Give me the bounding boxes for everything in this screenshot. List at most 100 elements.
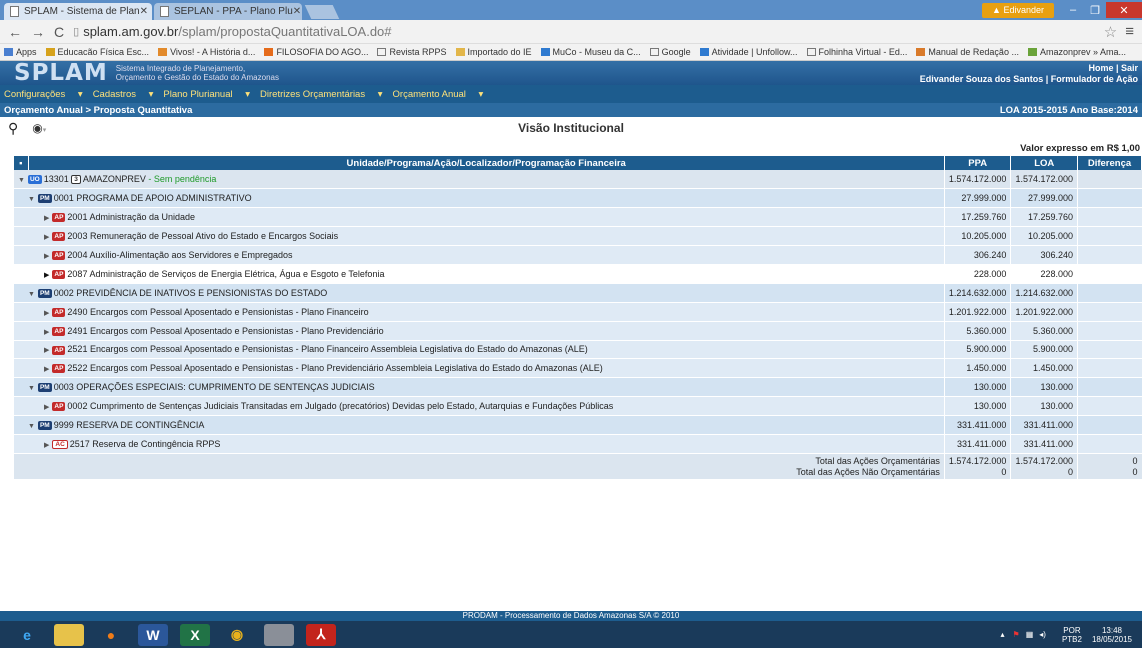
bookmark-item[interactable]: Vivos! - A História d...: [158, 47, 255, 57]
volume-icon[interactable]: ◂): [1039, 630, 1046, 639]
ie-icon[interactable]: e: [12, 624, 42, 646]
ap-badge: AP: [52, 251, 66, 261]
table-row[interactable]: ▼ PM 0003 OPERAÇÕES ESPECIAIS: CUMPRIMENTO…: [14, 377, 1142, 398]
expand-icon[interactable]: ▶: [44, 442, 49, 449]
profile-badge[interactable]: ▲ Edivander: [982, 2, 1054, 18]
splam-logo: SPLAM: [14, 60, 108, 86]
table-row[interactable]: ▶ AP 2491 Encargos com Pessoal Aposentado …: [14, 321, 1142, 341]
expand-icon[interactable]: ▶: [44, 329, 49, 336]
table-row[interactable]: ▼ PM 0001 PROGRAMA DE APOIO ADMINISTRATIVO…: [14, 188, 1142, 209]
pm-badge: PM: [37, 194, 52, 204]
table-row[interactable]: ▶ AP 2521 Encargos com Pessoal Aposentado …: [14, 340, 1142, 360]
col-loa[interactable]: LOA: [1010, 156, 1078, 170]
table-row[interactable]: ▶ AP 2001 Administração da Unidade 17.259.…: [14, 207, 1142, 228]
table-row[interactable]: ▶ AP 0002 Cumprimento de Sentenças Judicia…: [14, 396, 1142, 417]
menu-configuracoes[interactable]: Configurações ▾: [4, 89, 83, 100]
app-banner: SPLAM Sistema Integrado de Planejamento,…: [0, 60, 1142, 86]
table-row[interactable]: ▼ PM 0002 PREVIDÊNCIA DE INATIVOS E PENSIO…: [14, 283, 1142, 303]
address-bar-row: ← → C ▯ splam.am.gov.br/splam/propostaQua…: [0, 20, 1142, 44]
expand-icon[interactable]: ▶: [44, 366, 49, 373]
chrome-icon[interactable]: ◉: [222, 624, 252, 646]
minimize-button[interactable]: –: [1062, 2, 1084, 18]
main-menu: Configurações ▾ Cadastros ▾ Plano Pluria…: [0, 85, 1142, 103]
user-info: Home | Sair Edivander Souza dos Santos |…: [920, 63, 1138, 85]
bookmarks-bar: Apps Educacão Física Esc... Vivos! - A H…: [0, 44, 1142, 61]
col-descricao[interactable]: Unidade/Programa/Ação/Localizador/Progra…: [28, 156, 945, 170]
breadcrumb: Orçamento Anual > Proposta Quantitativa: [4, 104, 193, 116]
table-row[interactable]: ▶ AP 2490 Encargos com Pessoal Aposentado …: [14, 302, 1142, 322]
budget-table: ▪ Unidade/Programa/Ação/Localizador/Prog…: [14, 156, 1142, 480]
close-window-button[interactable]: ✕: [1106, 2, 1142, 18]
expand-icon[interactable]: ▶: [44, 253, 49, 260]
expand-icon[interactable]: ▶: [44, 234, 49, 241]
bookmark-item[interactable]: FILOSOFIA DO AGO...: [264, 47, 368, 57]
explorer-icon[interactable]: [54, 623, 84, 646]
clock[interactable]: 13:48 18/05/2015: [1092, 626, 1132, 644]
excel-icon[interactable]: X: [180, 623, 210, 646]
tray-expand-icon[interactable]: ▴: [1001, 630, 1005, 639]
menu-cadastros[interactable]: Cadastros ▾: [93, 89, 154, 100]
expand-icon[interactable]: ▶: [44, 215, 49, 222]
input-language[interactable]: POR PTB2: [1062, 626, 1082, 644]
table-row[interactable]: ▼ PM 9999 RESERVA DE CONTINGÊNCIA 331.411.…: [14, 415, 1142, 435]
bookmark-item[interactable]: Atividade | Unfollow...: [699, 47, 798, 57]
expand-icon[interactable]: ▶: [44, 404, 49, 411]
word-icon[interactable]: W: [138, 623, 168, 646]
collapse-icon[interactable]: ▼: [18, 177, 25, 184]
table-row[interactable]: ▶ AP 2522 Encargos com Pessoal Aposentado …: [14, 358, 1142, 379]
url-input[interactable]: ▯ splam.am.gov.br/splam/propostaQuantitat…: [73, 23, 1098, 41]
table-row-hover[interactable]: ▶ AP 2087 Administração de Serviços de Ene…: [14, 264, 1142, 284]
browser-tab-seplan[interactable]: SEPLAN - PPA - Plano Plu ✕: [154, 3, 302, 20]
maximize-button[interactable]: ❐: [1084, 2, 1106, 18]
new-tab-button[interactable]: [304, 5, 340, 19]
table-row[interactable]: ▶ AC 2517 Reserva de Contingência RPPS 331…: [14, 434, 1142, 454]
loa-info: LOA 2015-2015 Ano Base:2014: [999, 104, 1138, 116]
bookmark-folder[interactable]: Importado do IE: [455, 47, 532, 57]
select-all-icon[interactable]: ▪: [14, 156, 29, 170]
reload-icon[interactable]: C: [54, 24, 64, 40]
collapse-icon[interactable]: ▼: [28, 423, 35, 430]
col-diferenca[interactable]: Diferença: [1077, 156, 1142, 170]
breadcrumb-bar: Orçamento Anual > Proposta Quantitativa …: [0, 103, 1142, 117]
collapse-icon[interactable]: ▼: [28, 291, 35, 298]
close-tab-icon[interactable]: ✕: [293, 6, 301, 17]
bookmark-item[interactable]: Amazonprev » Ama...: [1027, 47, 1126, 57]
bookmark-apps[interactable]: Apps: [4, 47, 37, 57]
menu-plano-plurianual[interactable]: Plano Plurianual ▾: [163, 89, 250, 100]
expand-icon[interactable]: ▶: [44, 347, 49, 354]
bookmark-item[interactable]: MuCo - Museu da C...: [540, 47, 641, 57]
table-header: ▪ Unidade/Programa/Ação/Localizador/Prog…: [14, 156, 1142, 170]
bookmark-item[interactable]: Folhinha Virtual - Ed...: [806, 47, 907, 57]
pm-badge: PM: [37, 288, 52, 298]
expand-icon[interactable]: ▶: [44, 310, 49, 317]
calculator-icon[interactable]: [264, 623, 294, 646]
forward-icon[interactable]: →: [31, 24, 45, 40]
prodam-footer: PRODAM - Processamento de Dados Amazonas…: [0, 611, 1142, 621]
bookmark-item[interactable]: Manual de Redação ...: [916, 47, 1019, 57]
firefox-icon[interactable]: ●: [96, 624, 126, 646]
browser-tab-splam[interactable]: SPLAM - Sistema de Plan ✕: [4, 3, 152, 20]
flag-icon[interactable]: ⚑: [1013, 630, 1020, 639]
close-tab-icon[interactable]: ✕: [140, 6, 148, 17]
col-ppa[interactable]: PPA: [944, 156, 1012, 170]
collapse-icon[interactable]: ▼: [28, 385, 35, 392]
bookmark-star-icon[interactable]: ☆: [1104, 23, 1117, 41]
acrobat-icon[interactable]: ⅄: [306, 623, 336, 646]
status-text: - Sem pendência: [148, 174, 217, 185]
menu-orcamento-anual[interactable]: Orçamento Anual ▾: [393, 89, 484, 100]
home-sair-links[interactable]: Home | Sair: [920, 63, 1138, 74]
expand-icon[interactable]: ▶: [44, 272, 49, 279]
menu-diretrizes[interactable]: Diretrizes Orçamentárias ▾: [260, 89, 382, 100]
ap-badge: AP: [52, 307, 66, 317]
bookmark-item[interactable]: Google: [649, 47, 691, 57]
ap-badge: AP: [52, 213, 66, 223]
bookmark-item[interactable]: Revista RPPS: [377, 47, 447, 57]
menu-icon[interactable]: ≡: [1125, 23, 1134, 40]
table-row[interactable]: ▶ AP 2003 Remuneração de Pessoal Ativo do …: [14, 226, 1142, 247]
network-icon[interactable]: ▦: [1026, 630, 1034, 639]
back-icon[interactable]: ←: [8, 24, 22, 40]
collapse-icon[interactable]: ▼: [28, 196, 35, 203]
table-row[interactable]: ▶ AP 2004 Auxílio-Alimentação aos Servidor…: [14, 245, 1142, 265]
bookmark-item[interactable]: Educacão Física Esc...: [45, 47, 149, 57]
table-row[interactable]: ▼ UO 13301 3 AMAZONPREV - Sem pendência 1.5…: [14, 170, 1142, 190]
